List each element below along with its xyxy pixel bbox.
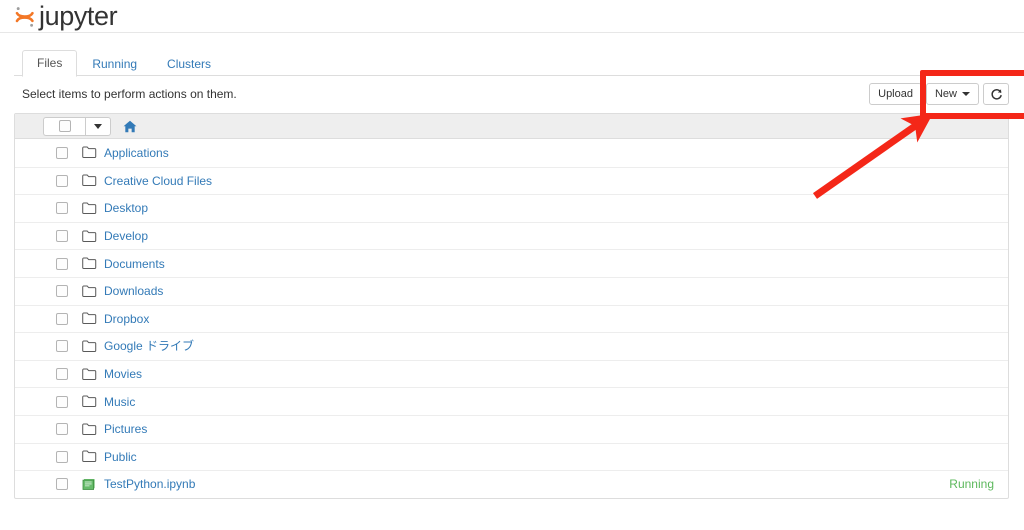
file-name-link[interactable]: Downloads — [104, 283, 163, 299]
new-button-label: New — [934, 88, 957, 100]
table-row[interactable]: TestPython.ipynb Running — [15, 470, 1008, 498]
selection-hint: Select items to perform actions on them. — [22, 87, 237, 101]
folder-icon — [82, 395, 98, 408]
home-icon — [123, 120, 137, 133]
row-checkbox[interactable] — [56, 450, 68, 463]
caret-down-icon — [962, 92, 970, 96]
file-name-link[interactable]: TestPython.ipynb — [104, 476, 195, 492]
file-name-link[interactable]: Desktop — [104, 200, 148, 216]
file-name-link[interactable]: Dropbox — [104, 311, 149, 327]
status-badge: Running — [949, 477, 994, 492]
toolbar-buttons: Upload New — [869, 83, 1009, 105]
folder-icon — [82, 450, 98, 463]
row-checkbox[interactable] — [56, 423, 68, 436]
select-all-group — [43, 116, 111, 136]
file-name-link[interactable]: Documents — [104, 256, 165, 272]
checkbox-icon — [58, 120, 71, 132]
file-name-link[interactable]: Applications — [104, 145, 169, 161]
row-checkbox[interactable] — [56, 202, 68, 215]
table-row[interactable]: Develop — [15, 221, 1008, 250]
file-name-link[interactable]: Music — [104, 394, 135, 410]
row-checkbox[interactable] — [56, 257, 68, 270]
table-row[interactable]: Movies — [15, 359, 1008, 388]
table-row[interactable]: Desktop — [15, 194, 1008, 222]
folder-icon — [82, 257, 98, 270]
row-checkbox[interactable] — [56, 395, 68, 408]
refresh-button[interactable] — [983, 83, 1009, 105]
table-row[interactable]: Downloads — [15, 276, 1008, 305]
refresh-icon — [990, 88, 1003, 101]
table-row[interactable]: Applications — [15, 139, 1008, 167]
file-name-link[interactable]: Public — [104, 449, 137, 465]
table-row[interactable]: Public — [15, 442, 1008, 471]
row-checkbox[interactable] — [56, 312, 68, 325]
row-checkbox[interactable] — [56, 230, 68, 243]
row-checkbox[interactable] — [56, 146, 68, 159]
table-row[interactable]: Documents — [15, 249, 1008, 277]
table-row[interactable]: Music — [15, 387, 1008, 415]
file-list-header — [15, 114, 1008, 139]
caret-down-icon — [94, 123, 102, 129]
action-row: Select items to perform actions on them.… — [14, 83, 1009, 108]
file-name-link[interactable]: Develop — [104, 228, 148, 244]
table-row[interactable]: Google ドライブ — [15, 332, 1008, 360]
folder-icon — [82, 202, 98, 215]
file-name-link[interactable]: Creative Cloud Files — [104, 173, 212, 189]
row-checkbox[interactable] — [56, 174, 68, 187]
tab-running[interactable]: Running — [77, 51, 152, 77]
folder-icon — [82, 146, 98, 159]
table-row[interactable]: Dropbox — [15, 304, 1008, 333]
jupyter-logo[interactable]: jupyter — [14, 1, 118, 32]
table-row[interactable]: Pictures — [15, 414, 1008, 443]
upload-button-label: Upload — [878, 88, 913, 100]
breadcrumb[interactable] — [123, 120, 137, 133]
tab-list: Files Running Clusters — [22, 50, 1009, 77]
folder-icon — [82, 285, 98, 298]
site-header: jupyter — [0, 0, 1024, 33]
jupyter-file-browser-page: jupyter Files Running Clusters Select item… — [0, 0, 1024, 530]
table-row[interactable]: Creative Cloud Files — [15, 166, 1008, 195]
file-list-body: Applications Creative Cloud Files Desktop D… — [15, 139, 1008, 498]
new-button[interactable]: New — [925, 83, 979, 105]
folder-icon — [82, 174, 98, 187]
folder-icon — [82, 230, 98, 243]
select-all-checkbox[interactable] — [43, 116, 85, 136]
jupyter-logo-icon — [14, 5, 36, 29]
folder-icon — [82, 312, 98, 325]
folder-icon — [82, 340, 98, 353]
tab-files[interactable]: Files — [22, 50, 78, 77]
row-checkbox[interactable] — [56, 285, 68, 298]
file-list-panel: Applications Creative Cloud Files Desktop D… — [14, 113, 1009, 499]
row-checkbox[interactable] — [56, 368, 68, 381]
folder-icon — [82, 423, 98, 436]
file-name-link[interactable]: Movies — [104, 366, 142, 382]
folder-icon — [82, 368, 98, 381]
file-name-link[interactable]: Pictures — [104, 421, 147, 437]
row-checkbox[interactable] — [56, 340, 68, 353]
jupyter-logo-text: jupyter — [39, 1, 118, 31]
file-name-link[interactable]: Google ドライブ — [104, 338, 194, 354]
row-checkbox[interactable] — [56, 478, 68, 491]
tab-clusters[interactable]: Clusters — [152, 51, 226, 77]
upload-button[interactable]: Upload — [869, 83, 922, 105]
select-all-dropdown[interactable] — [85, 116, 111, 136]
tab-bar: Files Running Clusters — [14, 50, 1009, 77]
notebook-icon — [82, 478, 98, 491]
